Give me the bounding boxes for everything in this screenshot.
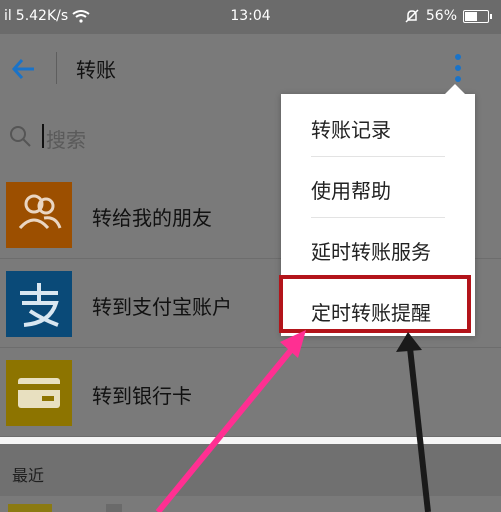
page-title: 转账 bbox=[76, 58, 116, 82]
menu-item-help[interactable]: 使用帮助 bbox=[281, 157, 475, 217]
bank-card-icon bbox=[6, 360, 72, 426]
menu-item-label: 使用帮助 bbox=[311, 179, 391, 203]
alipay-icon bbox=[6, 271, 72, 337]
transfer-screen: il 5.42K/s 13:04 56% 转账 搜索 转给我的朋友 转到支付宝账… bbox=[0, 0, 501, 512]
recent-section-header: 最近 bbox=[0, 444, 501, 496]
recent-avatar[interactable] bbox=[106, 504, 122, 512]
app-bar: 转账 bbox=[0, 34, 501, 102]
menu-item-transfer-records[interactable]: 转账记录 bbox=[281, 96, 475, 156]
recent-label: 最近 bbox=[12, 466, 45, 485]
status-right: 56% bbox=[404, 8, 492, 24]
search-caret bbox=[42, 124, 44, 148]
recent-list bbox=[0, 496, 501, 512]
mute-bell-icon bbox=[405, 9, 419, 23]
search-input[interactable]: 搜索 bbox=[46, 124, 86, 153]
back-arrow-icon[interactable] bbox=[8, 54, 38, 84]
battery-icon bbox=[463, 9, 492, 23]
list-item-label: 转给我的朋友 bbox=[92, 206, 212, 230]
menu-item-delayed-transfer[interactable]: 延时转账服务 bbox=[281, 218, 475, 278]
search-icon bbox=[10, 126, 31, 147]
menu-item-label: 延时转账服务 bbox=[311, 240, 431, 264]
menu-item-label: 转账记录 bbox=[311, 118, 391, 142]
list-item-label: 转到银行卡 bbox=[92, 384, 192, 408]
more-menu-icon[interactable] bbox=[451, 52, 465, 86]
app-bar-divider bbox=[56, 52, 57, 84]
list-item[interactable]: 转到银行卡 bbox=[0, 348, 501, 437]
list-item-label: 转到支付宝账户 bbox=[92, 295, 232, 319]
friends-icon bbox=[6, 182, 72, 248]
recent-avatar[interactable] bbox=[8, 504, 52, 512]
status-bar: il 5.42K/s 13:04 56% bbox=[0, 0, 501, 34]
battery-percent: 56% bbox=[425, 8, 457, 24]
highlight-box bbox=[279, 275, 471, 333]
